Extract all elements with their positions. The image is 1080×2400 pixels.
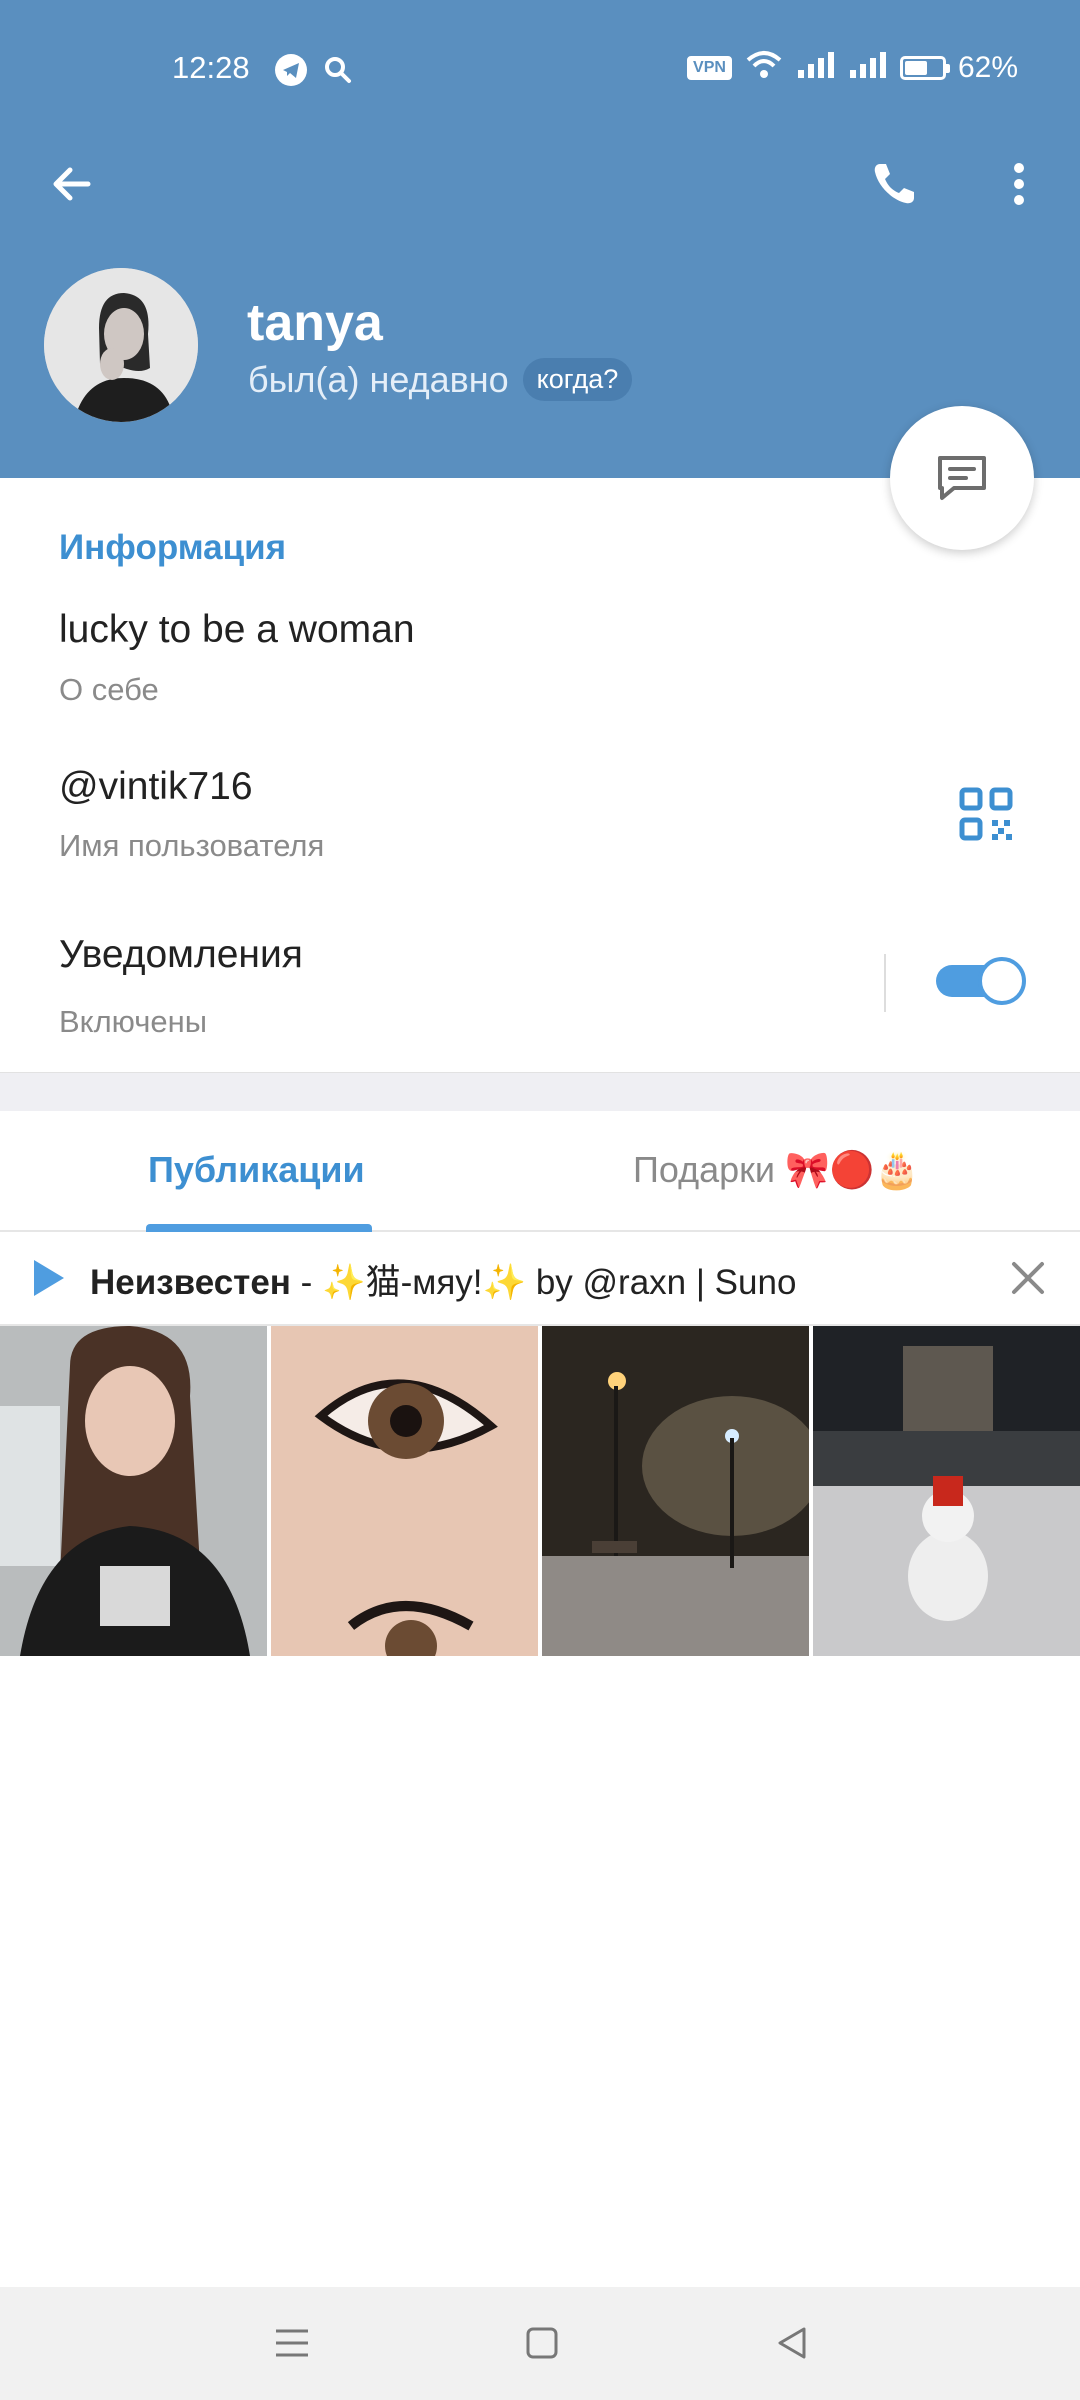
signal-icon — [796, 48, 836, 88]
profile-tabs: Публикации Подарки 🎀🔴🎂 — [0, 1110, 1080, 1232]
notifications-state: Включены — [59, 1004, 208, 1039]
post-thumbnail[interactable] — [0, 1326, 267, 1656]
battery-icon — [899, 56, 950, 80]
username-text[interactable]: @vintik716 — [59, 765, 253, 809]
arrow-left-icon — [53, 167, 91, 201]
call-button[interactable] — [860, 150, 928, 218]
tab-gifts[interactable]: Подарки 🎀🔴🎂 — [633, 1110, 920, 1230]
active-tab-indicator — [146, 1224, 372, 1232]
back-triangle-icon — [778, 2327, 806, 2359]
avatar[interactable] — [44, 268, 198, 422]
chat-bubble-icon — [938, 456, 986, 500]
profile-name: tanya — [247, 294, 383, 352]
close-icon — [1012, 1262, 1044, 1294]
play-button[interactable] — [30, 1256, 70, 1300]
music-player-bar[interactable]: Неизвестен - ✨猫-мяу!✨ by @raxn | Suno — [0, 1232, 1080, 1326]
tab-posts[interactable]: Публикации — [148, 1110, 365, 1230]
section-separator — [0, 1072, 1080, 1111]
telegram-icon — [275, 54, 307, 86]
username-label: Имя пользователя — [59, 828, 325, 863]
back-button[interactable] — [38, 150, 106, 218]
phone-icon — [874, 164, 914, 204]
bio-label: О себе — [59, 672, 159, 707]
menu-icon — [276, 2329, 308, 2357]
divider — [884, 954, 886, 1012]
post-thumbnail[interactable] — [542, 1326, 809, 1656]
status-bar: 12:28 VPN 62% — [0, 40, 1080, 104]
track-title: Неизвестен - ✨猫-мяу!✨ by @raxn | Suno — [90, 1254, 796, 1305]
toggle-knob — [978, 957, 1026, 1005]
qr-code-icon — [959, 787, 1013, 841]
status-indicators: VPN 62% — [687, 48, 1018, 88]
close-player-button[interactable] — [1006, 1256, 1050, 1300]
when-button[interactable]: когда? — [522, 358, 633, 401]
message-button[interactable] — [890, 406, 1034, 550]
notifications-title[interactable]: Уведомления — [59, 933, 303, 977]
qr-code-button[interactable] — [958, 786, 1018, 846]
home-square-icon — [526, 2327, 558, 2359]
play-icon — [34, 1260, 64, 1296]
profile-header: 12:28 VPN 62% tanya был(а) недавно когда… — [0, 0, 1080, 478]
track-name: - ✨猫-мяу!✨ by @raxn | Suno — [290, 1263, 797, 1302]
signal-icon-2 — [848, 48, 888, 88]
wifi-icon — [744, 48, 784, 88]
last-seen-text: был(а) недавно — [248, 358, 509, 400]
nav-back-button[interactable] — [764, 2315, 820, 2371]
bio-text[interactable]: lucky to be a woman — [59, 608, 415, 652]
post-thumbnail[interactable] — [813, 1326, 1080, 1656]
search-icon — [322, 54, 354, 91]
vpn-badge: VPN — [687, 56, 732, 80]
more-button[interactable] — [985, 150, 1053, 218]
track-artist: Неизвестен — [90, 1263, 291, 1302]
nav-menu-button[interactable] — [264, 2315, 320, 2371]
battery-percent: 62% — [957, 51, 1018, 84]
posts-grid — [0, 1326, 1080, 1656]
notifications-toggle[interactable] — [936, 957, 1026, 1005]
info-section-title: Информация — [59, 528, 287, 567]
status-time: 12:28 — [172, 50, 250, 85]
nav-home-button[interactable] — [514, 2315, 570, 2371]
last-seen-status: был(а) недавно когда? — [248, 358, 633, 401]
post-thumbnail[interactable] — [271, 1326, 538, 1656]
dots-vertical-icon — [1014, 163, 1024, 205]
system-nav-bar — [0, 2287, 1080, 2400]
